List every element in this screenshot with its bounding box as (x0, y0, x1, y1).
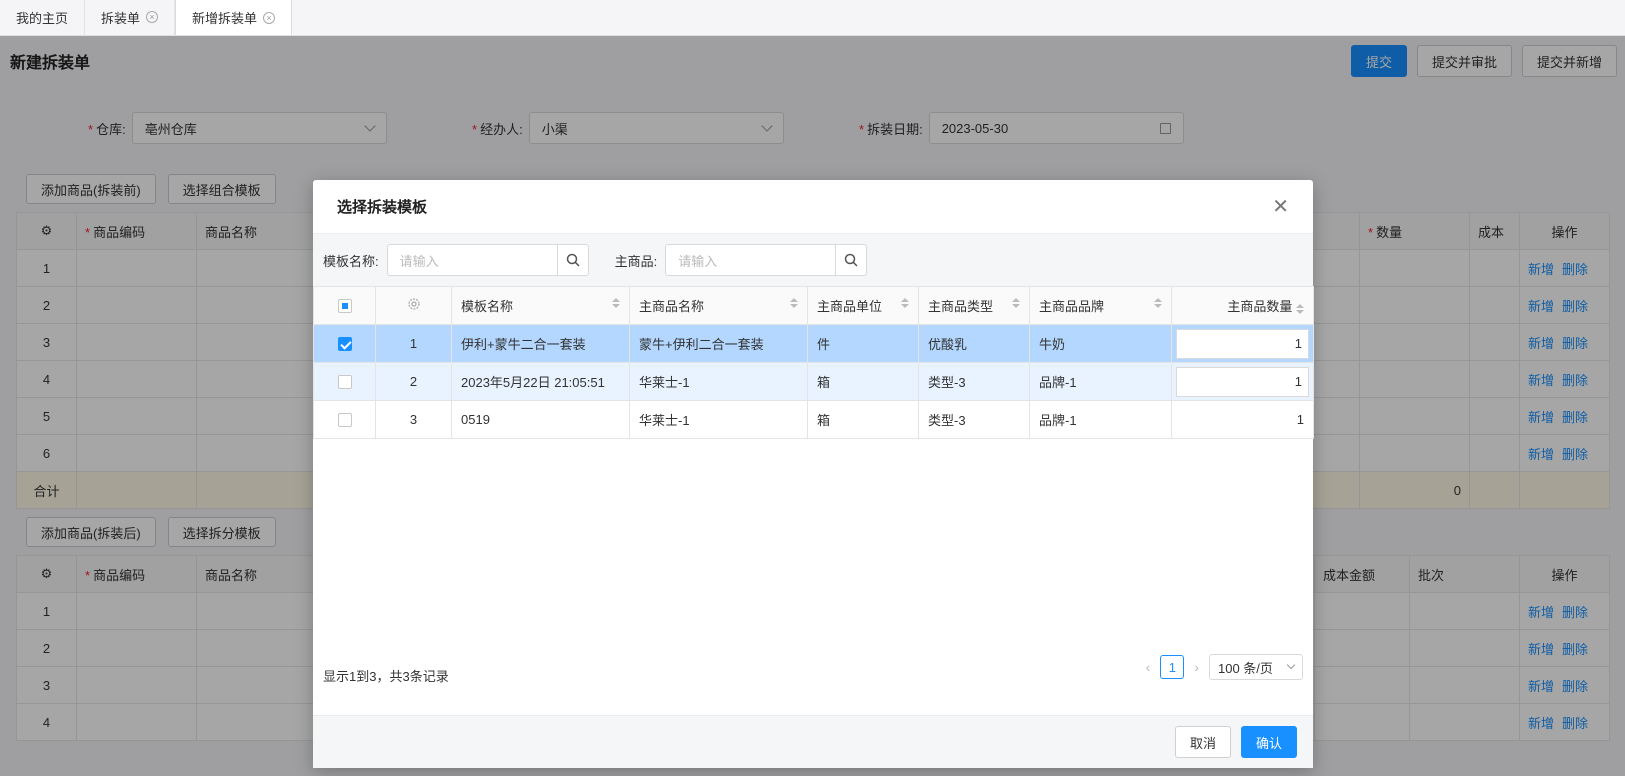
modal-title: 选择拆装模板 (337, 199, 428, 216)
table-header: 模板名称 主商品名称 主商品单位 主商品类型 主商品品牌 主商品数量 (313, 286, 1314, 325)
page-number[interactable]: 1 (1160, 655, 1185, 679)
record-count: 显示1到3，共3条记录 (323, 669, 449, 684)
close-icon[interactable]: × (146, 11, 159, 23)
row-checkbox[interactable] (313, 324, 376, 363)
search-icon[interactable] (835, 244, 868, 276)
template-name-label: 模板名称: (323, 253, 379, 269)
template-table: 模板名称 主商品名称 主商品单位 主商品类型 主商品品牌 主商品数量 1 伊利+… (313, 286, 1314, 439)
row-number: 1 (375, 324, 452, 363)
qty-input[interactable]: 1 (1176, 366, 1309, 397)
main-product-label: 主商品: (614, 253, 658, 269)
col-main-brand[interactable]: 主商品品牌 (1029, 286, 1172, 325)
col-main-qty[interactable]: 主商品数量 (1171, 286, 1314, 325)
cell-type: 类型-3 (918, 362, 1030, 401)
cell-unit: 件 (807, 324, 919, 363)
cell-template: 2023年5月22日 21:05:51 (451, 362, 630, 401)
select-all-checkbox[interactable] (313, 286, 376, 325)
confirm-button[interactable]: 确认 (1240, 726, 1297, 758)
cell-type: 优酸乳 (918, 324, 1030, 363)
cell-qty: 1 (1171, 362, 1314, 401)
cancel-button[interactable]: 取消 (1174, 726, 1231, 758)
sort-icon[interactable] (790, 298, 798, 308)
tab-bar: 我的主页 拆装单 × 新增拆装单 × (0, 0, 1625, 36)
col-main-type[interactable]: 主商品类型 (918, 286, 1030, 325)
page-size-select[interactable]: 100 条/页 (1209, 654, 1303, 680)
close-icon[interactable]: × (263, 11, 276, 24)
template-name-input[interactable]: 请输入 (386, 244, 557, 276)
next-page-icon[interactable]: › (1194, 659, 1199, 675)
cell-brand: 牛奶 (1029, 324, 1172, 363)
qty-input[interactable]: 1 (1176, 328, 1309, 359)
cell-main-name: 华莱士-1 (629, 400, 808, 439)
col-template-name[interactable]: 模板名称 (451, 286, 630, 325)
cell-template: 0519 (451, 400, 630, 439)
tab-disassembly-list[interactable]: 拆装单 × (85, 0, 176, 35)
row-number: 3 (375, 400, 452, 439)
gear-icon[interactable] (375, 286, 452, 325)
sort-icon[interactable] (1154, 298, 1162, 308)
cell-main-name: 蒙牛+伊利二合一套装 (629, 324, 808, 363)
cell-type: 类型-3 (918, 400, 1030, 439)
tab-label: 拆装单 (101, 10, 141, 26)
row-number: 2 (375, 362, 452, 401)
row-checkbox[interactable] (313, 400, 376, 439)
col-main-unit[interactable]: 主商品单位 (807, 286, 919, 325)
cell-brand: 品牌-1 (1029, 400, 1172, 439)
modal-header: 选择拆装模板 ✕ (313, 180, 1313, 234)
chevron-down-icon (1286, 660, 1296, 670)
col-main-name[interactable]: 主商品名称 (629, 286, 808, 325)
cell-template: 伊利+蒙牛二合一套装 (451, 324, 630, 363)
cell-unit: 箱 (807, 362, 919, 401)
tab-label: 新增拆装单 (192, 11, 258, 26)
row-checkbox[interactable] (313, 362, 376, 401)
select-template-modal: 选择拆装模板 ✕ 模板名称: 请输入 主商品: 请输入 模板名称 主商品名称 主… (313, 180, 1314, 768)
close-icon[interactable]: ✕ (1272, 197, 1289, 217)
cell-qty: 1 (1171, 324, 1314, 363)
table-row[interactable]: 3 0519 华莱士-1 箱 类型-3 品牌-1 1 (313, 400, 1314, 439)
sort-icon[interactable] (1012, 298, 1020, 308)
sort-icon[interactable] (901, 298, 909, 308)
table-row[interactable]: 2 2023年5月22日 21:05:51 华莱士-1 箱 类型-3 品牌-1 … (313, 362, 1314, 401)
table-row[interactable]: 1 伊利+蒙牛二合一套装 蒙牛+伊利二合一套装 件 优酸乳 牛奶 1 (313, 324, 1314, 363)
main-product-input[interactable]: 请输入 (665, 244, 836, 276)
tab-home[interactable]: 我的主页 (0, 0, 86, 35)
cell-qty[interactable]: 1 (1171, 400, 1314, 439)
tab-label: 我的主页 (16, 10, 69, 26)
search-bar: 模板名称: 请输入 主商品: 请输入 (313, 234, 1313, 286)
sort-icon[interactable] (1296, 303, 1304, 314)
prev-page-icon[interactable]: ‹ (1146, 659, 1151, 675)
sort-icon[interactable] (612, 298, 620, 308)
pagination: ‹ 1 › 100 条/页 (1146, 654, 1303, 680)
tab-new-disassembly[interactable]: 新增拆装单 × (175, 0, 293, 35)
cell-main-name: 华莱士-1 (629, 362, 808, 401)
cell-brand: 品牌-1 (1029, 362, 1172, 401)
search-icon[interactable] (556, 244, 589, 276)
modal-footer: 取消 确认 (313, 715, 1313, 768)
cell-unit: 箱 (807, 400, 919, 439)
